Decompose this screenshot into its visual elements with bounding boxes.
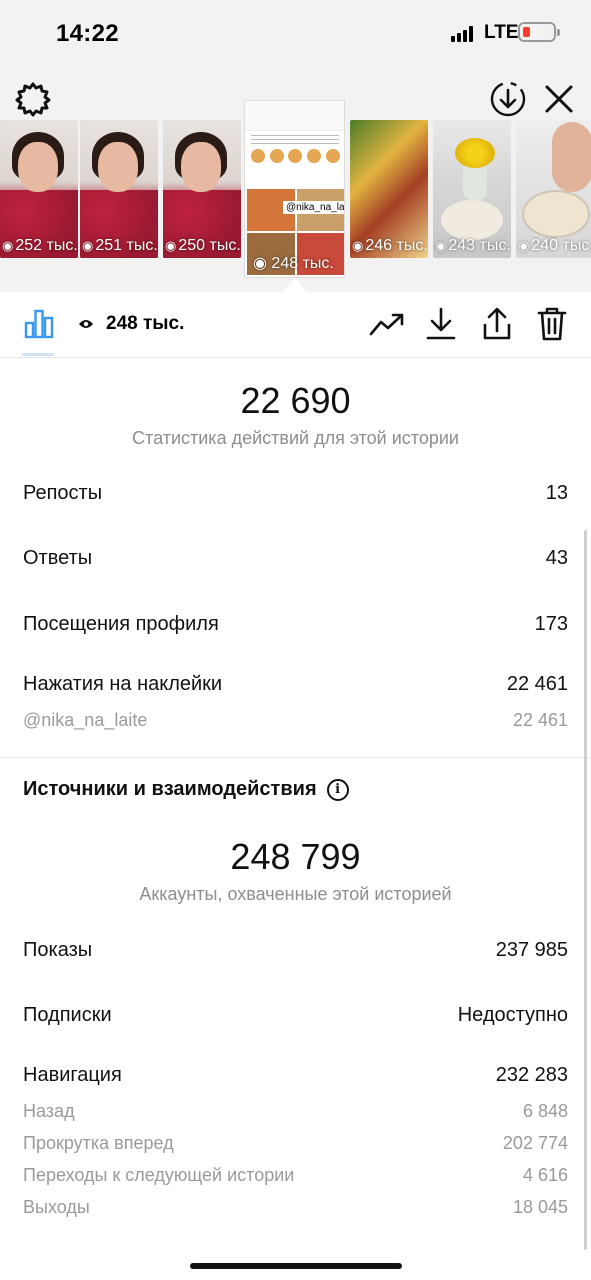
stat-label: Посещения профиля	[23, 613, 219, 635]
stat-value: 173	[534, 613, 568, 635]
stat-label: Нажатия на наклейки	[23, 673, 223, 695]
stat-row-replies: Ответы 43	[23, 547, 568, 570]
interactions-caption: Статистика действий для этой истории	[132, 428, 459, 448]
stat-value: 232 283	[495, 1064, 568, 1086]
status-time: 14:22	[56, 20, 119, 47]
stat-label: Назад	[23, 1101, 75, 1121]
nav-subrow-back: Назад 6 848	[23, 1101, 568, 1122]
reach-caption: Аккаунты, охваченные этой историей	[139, 884, 452, 904]
stat-subrow-mention: @nika_na_laite 22 461	[23, 710, 568, 731]
network-label: LTE	[484, 22, 519, 43]
selected-story-thumbnail[interactable]: @nika_na_laite ◉ 248 тыс.	[244, 100, 345, 278]
eye-icon: ◉	[2, 238, 14, 253]
stat-label: Навигация	[23, 1064, 122, 1086]
discovery-section-title: Источники и взаимодействия i	[23, 778, 349, 801]
story-thumbnail[interactable]: ◉ 240 тыс.	[516, 120, 591, 258]
stat-label: Выходы	[23, 1197, 90, 1217]
story-thumbnail[interactable]: ◉ 250 тыс.	[163, 120, 241, 258]
signal-icon	[451, 26, 477, 42]
share-icon[interactable]	[479, 306, 515, 342]
status-bar: 14:22 LTE	[0, 0, 591, 68]
stat-value: Недоступно	[457, 1004, 568, 1026]
info-icon[interactable]: i	[326, 778, 349, 801]
settings-gear-icon[interactable]	[14, 80, 52, 118]
close-icon[interactable]	[540, 80, 578, 118]
tab-indicator	[22, 353, 54, 356]
battery-icon	[518, 22, 560, 42]
story-thumbnail[interactable]: ◉ 246 тыс.	[350, 120, 428, 258]
stat-row-shares: Репосты 13	[23, 482, 568, 505]
stat-label: Прокрутка вперед	[23, 1133, 174, 1153]
section-divider	[0, 757, 591, 758]
eye-icon: ◉	[165, 238, 177, 253]
eye-icon: ◉	[435, 238, 447, 253]
stat-row-sticker-taps: Нажатия на наклейки 22 461	[23, 673, 568, 696]
eye-icon: ◉	[518, 238, 530, 253]
stat-value: 18 045	[512, 1197, 568, 1217]
story-thumbnail[interactable]: ◉ 251 тыс.	[80, 120, 158, 258]
stat-value: 22 461	[512, 710, 568, 730]
mention-sticker: @nika_na_laite	[283, 201, 344, 214]
bar-chart-icon[interactable]	[22, 306, 56, 340]
stat-value: 13	[545, 482, 568, 504]
selection-pointer	[283, 278, 307, 292]
stat-value: 43	[545, 547, 568, 569]
stat-label: @nika_na_laite	[23, 710, 148, 730]
stat-row-impressions: Показы 237 985	[23, 939, 568, 962]
stat-label: Репосты	[23, 482, 103, 504]
stat-row-follows: Подписки Недоступно	[23, 1004, 568, 1027]
stat-label: Показы	[23, 939, 93, 961]
views-count: 248 тыс.	[78, 313, 184, 335]
trash-icon[interactable]	[535, 305, 569, 343]
stat-row-profile-visits: Посещения профиля 173	[23, 613, 568, 636]
reach-total: 248 799	[230, 836, 361, 877]
stat-row-navigation: Навигация 232 283	[23, 1064, 568, 1087]
stat-label: Ответы	[23, 547, 93, 569]
trend-icon[interactable]	[369, 308, 405, 340]
eye-icon: ◉	[253, 255, 267, 272]
nav-subrow-forward: Прокрутка вперед 202 774	[23, 1133, 568, 1154]
story-thumbnail[interactable]: ◉ 252 тыс.	[0, 120, 78, 258]
save-story-icon[interactable]	[488, 79, 528, 119]
interactions-total: 22 690	[240, 380, 351, 421]
stat-label: Подписки	[23, 1004, 112, 1026]
eye-icon: ◉	[352, 238, 364, 253]
stat-value: 6 848	[522, 1101, 568, 1121]
eye-icon: ◉	[82, 238, 94, 253]
story-thumbnail[interactable]: ◉ 243 тыс.	[433, 120, 511, 258]
stat-value: 22 461	[506, 673, 568, 695]
stat-value: 237 985	[495, 939, 568, 961]
stat-value: 4 616	[522, 1165, 568, 1185]
home-indicator[interactable]	[190, 1263, 402, 1269]
download-icon[interactable]	[424, 306, 458, 342]
eye-icon	[79, 320, 93, 328]
scrollbar[interactable]	[584, 530, 587, 1250]
stat-value: 202 774	[502, 1133, 568, 1153]
nav-subrow-next-story: Переходы к следующей истории 4 616	[23, 1165, 568, 1186]
nav-subrow-exits: Выходы 18 045	[23, 1197, 568, 1218]
stat-label: Переходы к следующей истории	[23, 1165, 295, 1185]
